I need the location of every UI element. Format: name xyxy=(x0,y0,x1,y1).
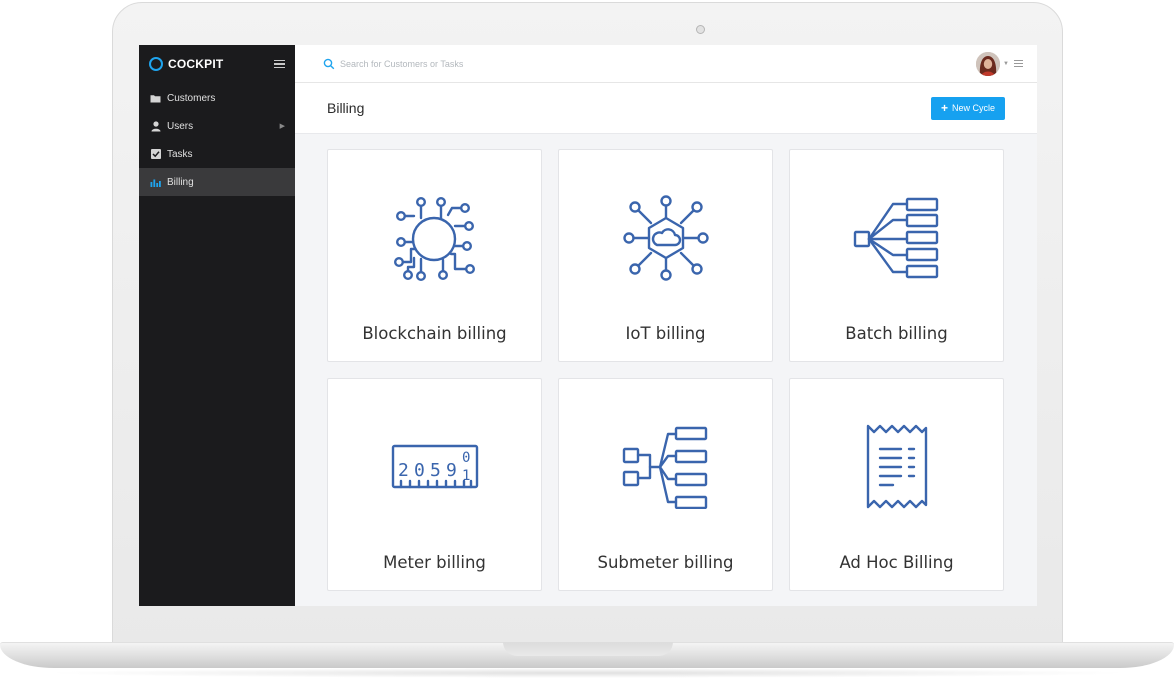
sidebar-item-label: Users xyxy=(167,120,194,132)
page-header: Billing + New Cycle xyxy=(295,83,1037,134)
card-ad-hoc-billing[interactable]: Ad Hoc Billing xyxy=(789,378,1004,591)
menu-icon[interactable] xyxy=(1014,60,1023,67)
chevron-right-icon: ▶ xyxy=(279,123,285,130)
receipt-icon xyxy=(866,424,927,509)
billing-card-grid: Blockchain billing IoT billing Batch bil… xyxy=(295,134,1037,606)
search-input[interactable] xyxy=(340,58,580,69)
avatar[interactable] xyxy=(976,51,1001,76)
plus-icon: + xyxy=(940,101,948,115)
sidebar-nav: Customers Users ▶ Tasks Billing xyxy=(139,84,295,196)
new-cycle-button[interactable]: + New Cycle xyxy=(930,96,1005,120)
card-label: Meter billing xyxy=(383,553,486,572)
checkbox-icon xyxy=(150,149,161,160)
card-label: Ad Hoc Billing xyxy=(839,553,954,572)
card-blockchain-billing[interactable]: Blockchain billing xyxy=(327,149,542,362)
topbar: ▼ xyxy=(295,45,1037,83)
batch-icon xyxy=(853,197,938,279)
card-submeter-billing[interactable]: Submeter billing xyxy=(558,378,773,591)
blockchain-icon xyxy=(393,197,475,281)
camera-icon xyxy=(696,25,705,34)
submeter-icon xyxy=(622,426,707,509)
laptop-shadow xyxy=(40,668,1134,678)
card-iot-billing[interactable]: IoT billing xyxy=(558,149,773,362)
meter-digit: 9 xyxy=(446,460,457,481)
bar-chart-icon xyxy=(150,177,161,188)
chevron-down-icon[interactable]: ▼ xyxy=(1003,61,1009,67)
sidebar-item-customers[interactable]: Customers xyxy=(139,84,295,112)
sidebar-item-billing[interactable]: Billing xyxy=(139,168,295,196)
meter-icon: 2 0 5 9 0 1 xyxy=(391,444,478,489)
meter-digit: 2 xyxy=(398,460,409,481)
new-cycle-label: New Cycle xyxy=(951,103,995,113)
folder-icon xyxy=(150,93,161,104)
meter-digit: 0 xyxy=(414,460,425,481)
user-icon xyxy=(150,120,161,132)
sidebar-item-tasks[interactable]: Tasks xyxy=(139,140,295,168)
sidebar-item-label: Tasks xyxy=(167,148,193,160)
sidebar-item-label: Customers xyxy=(167,92,216,104)
card-label: Submeter billing xyxy=(597,553,734,572)
card-meter-billing[interactable]: 2 0 5 9 0 1 Meter billing xyxy=(327,378,542,591)
page-title: Billing xyxy=(327,100,365,116)
meter-digit-rolling: 1 xyxy=(462,468,470,484)
brand: COCKPIT xyxy=(139,45,295,83)
card-batch-billing[interactable]: Batch billing xyxy=(789,149,1004,362)
card-label: Blockchain billing xyxy=(362,324,507,343)
sidebar-item-users[interactable]: Users ▶ xyxy=(139,112,295,140)
app-screen: COCKPIT Customers Users ▶ Tasks Billing … xyxy=(139,45,1037,606)
card-label: IoT billing xyxy=(625,324,706,343)
card-label: Batch billing xyxy=(845,324,948,343)
logo-ring-icon xyxy=(149,57,163,71)
iot-icon xyxy=(622,195,709,281)
meter-digit: 5 xyxy=(430,460,441,481)
brand-name: COCKPIT xyxy=(168,57,224,71)
laptop-notch xyxy=(503,642,673,656)
meter-digit-rolling: 0 xyxy=(462,450,470,466)
sidebar-toggle-icon[interactable] xyxy=(274,59,285,69)
sidebar: COCKPIT Customers Users ▶ Tasks Billing xyxy=(139,45,295,606)
search-icon xyxy=(323,58,335,69)
sidebar-item-label: Billing xyxy=(167,176,194,188)
main-content: ▼ Billing + New Cycle xyxy=(295,45,1037,606)
